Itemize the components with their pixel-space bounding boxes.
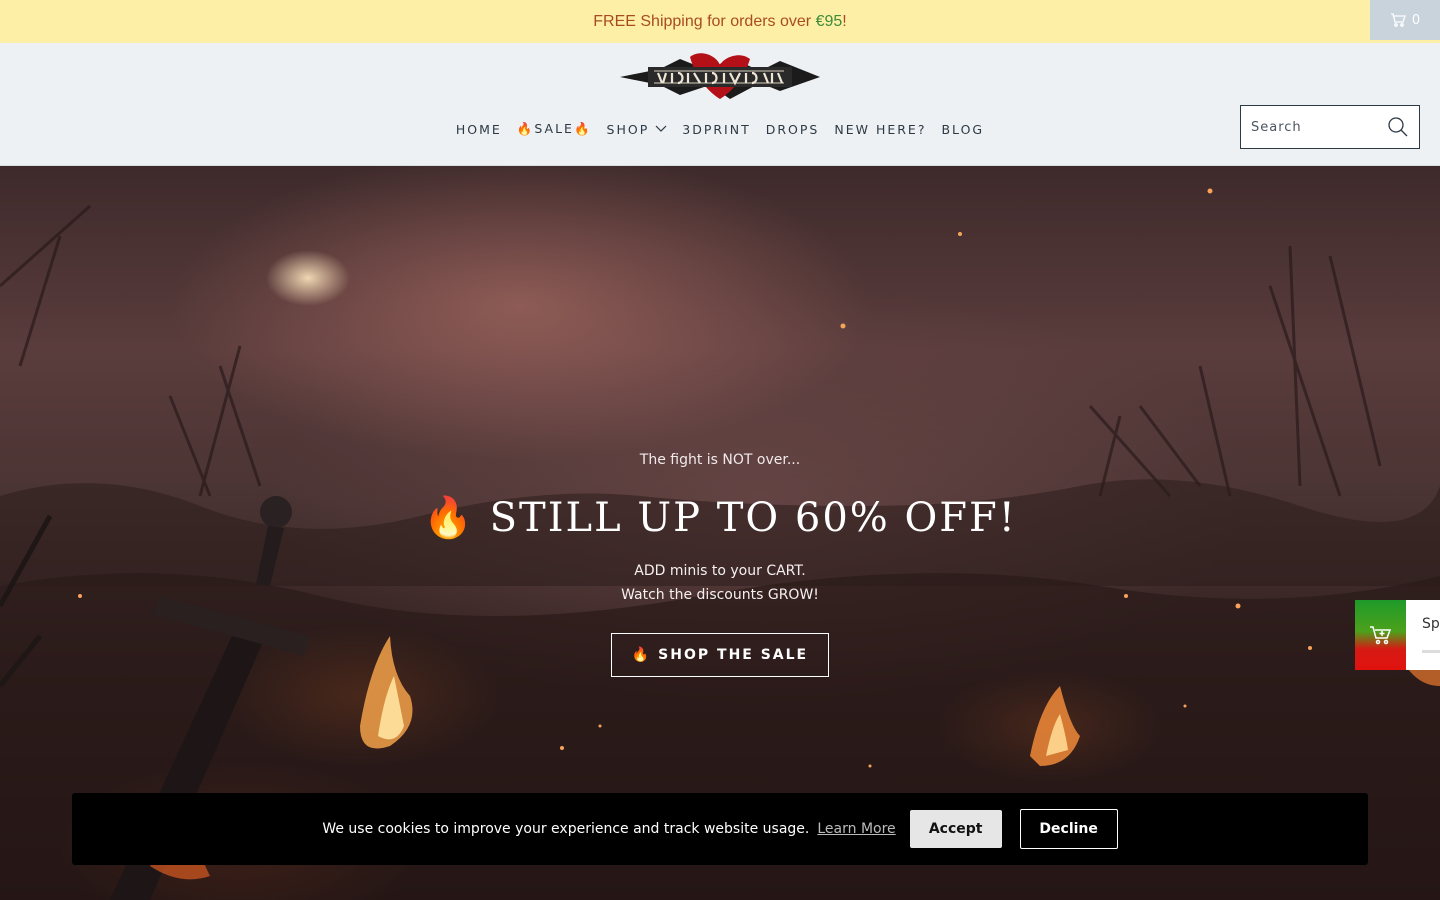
announcement-text: FREE Shipping for orders over €95! [593,13,846,31]
free-shipping-threshold: €95 [815,12,843,30]
announcement-suffix: ! [842,12,847,30]
nav-3dprint[interactable]: 3DPRINT [682,121,750,137]
cookie-decline-button[interactable]: Decline [1019,809,1118,849]
search-icon[interactable] [1387,116,1409,138]
nav-shop[interactable]: SHOP [607,121,668,137]
side-widget-panel[interactable]: Sp [1406,600,1440,670]
nav-drops[interactable]: DROPS [766,121,820,137]
nav-home[interactable]: HOME [456,121,502,137]
hero-title: 🔥 STILL UP TO 60% OFF! [423,495,1017,541]
side-widget-label: Sp [1422,616,1440,632]
cart-button[interactable]: 0 [1370,0,1440,40]
nav-label: 🔥SALE🔥 [516,121,592,136]
cart-icon [1390,13,1406,27]
nav-label: DROPS [765,121,820,137]
nav-blog[interactable]: BLOG [941,121,984,137]
hero-subtitle-line-2: Watch the discounts GROW! [621,587,819,603]
hero-pretitle: The fight is NOT over... [639,452,801,468]
search-input[interactable] [1251,119,1381,135]
brand-logo[interactable] [620,49,820,105]
announcement-bar: FREE Shipping for orders over €95! 0 [0,0,1440,43]
hero-subtitle-line-1: ADD minis to your CART. [634,563,806,579]
cookie-message: We use cookies to improve your experienc… [322,821,810,837]
main-nav: HOME 🔥SALE🔥 SHOP 3DPRINT DROPS NEW HERE?… [0,121,1440,137]
nav-label: 3DPRINT [682,121,751,137]
search-box [1240,105,1420,149]
hero-content: The fight is NOT over... 🔥 STILL UP TO 6… [0,452,1440,677]
cookie-consent-bar: We use cookies to improve your experienc… [72,793,1368,865]
side-widget-progress [1422,650,1440,653]
cookie-learn-more-link[interactable]: Learn More [817,821,895,837]
side-cart-widget[interactable]: Sp [1355,600,1440,670]
cookie-accept-button[interactable]: Accept [909,810,1002,848]
nav-label: BLOG [941,121,985,137]
hero-banner: The fight is NOT over... 🔥 STILL UP TO 6… [0,166,1440,900]
cart-plus-icon [1369,626,1391,645]
chevron-down-icon [655,125,667,132]
nav-label: NEW HERE? [834,121,927,137]
shop-the-sale-button[interactable]: 🔥 SHOP THE SALE [610,633,830,677]
nav-label: SHOP [606,121,650,137]
announcement-prefix: FREE Shipping for orders over [593,12,816,30]
side-widget-icon-tile[interactable] [1355,600,1406,670]
nav-sale[interactable]: 🔥SALE🔥 [517,121,592,137]
site-header: HOME 🔥SALE🔥 SHOP 3DPRINT DROPS NEW HERE?… [0,43,1440,166]
nav-new-here[interactable]: NEW HERE? [834,121,926,137]
hero-subtitle: ADD minis to your CART. Watch the discou… [0,559,1440,607]
cart-count: 0 [1411,12,1421,28]
nav-label: HOME [455,121,502,137]
